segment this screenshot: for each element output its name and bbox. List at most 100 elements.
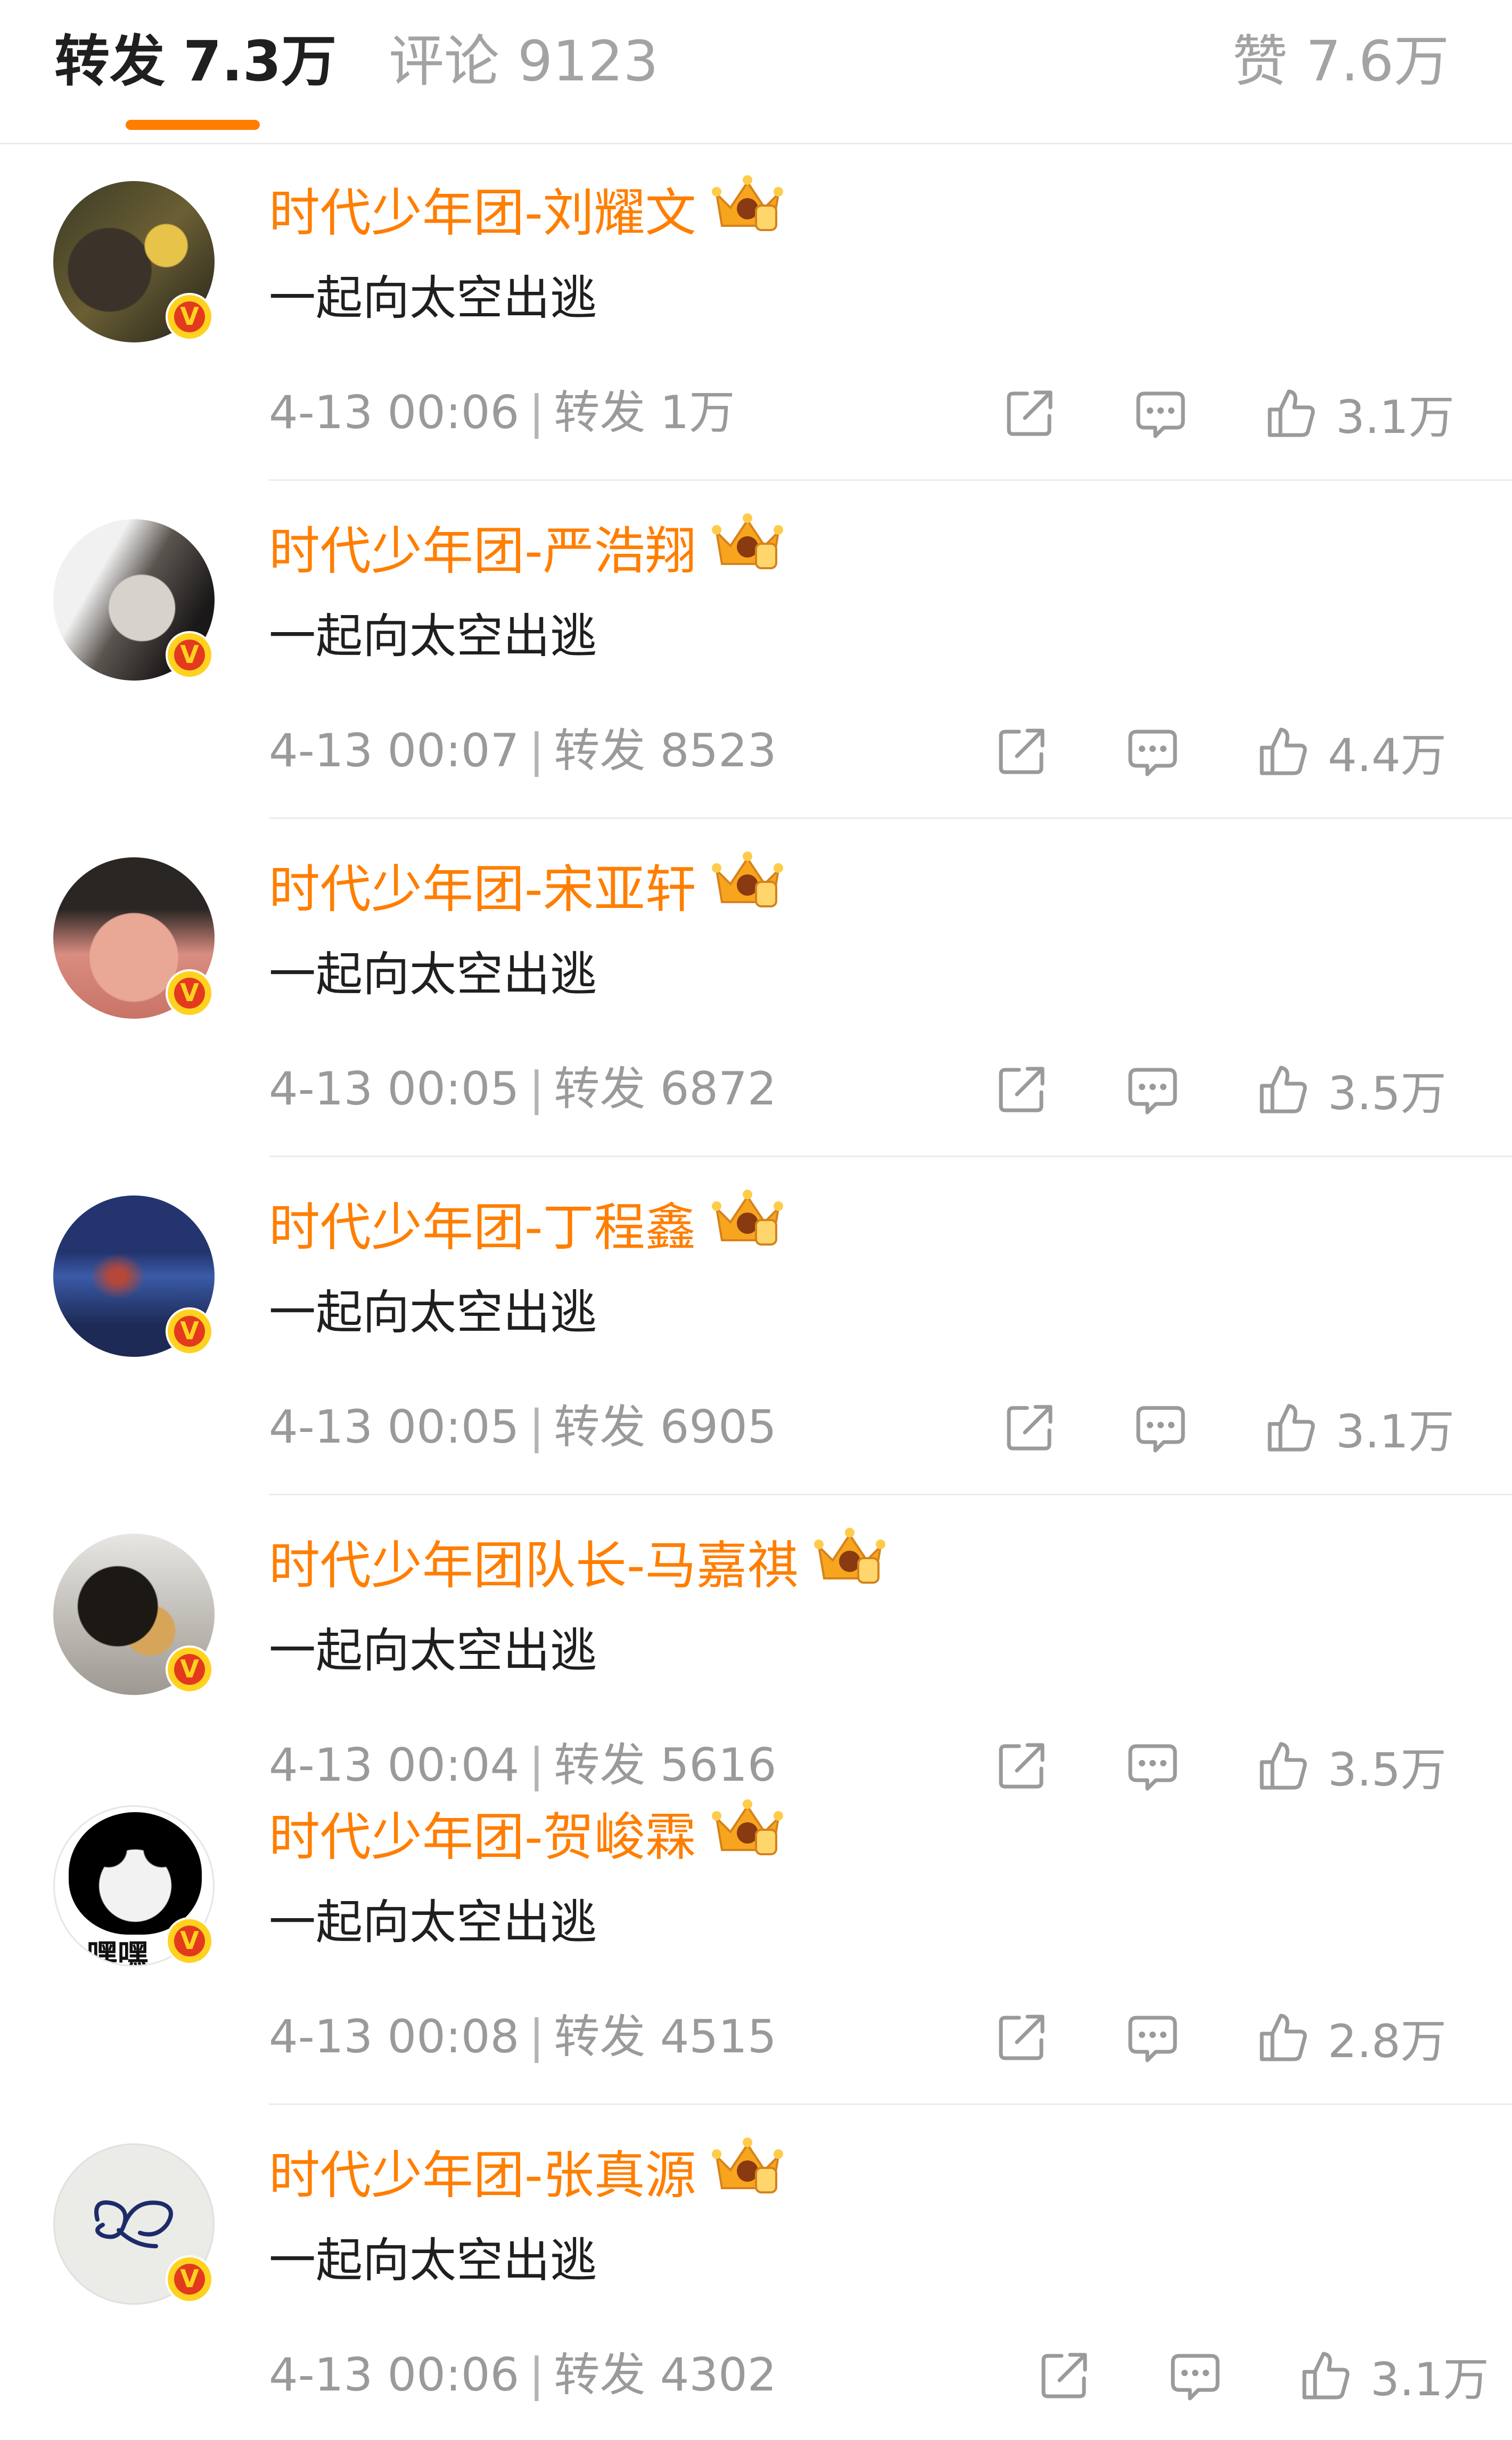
meta-separator: | bbox=[529, 2010, 545, 2064]
repost-text: 一起向太空出逃 bbox=[269, 947, 597, 1002]
divider bbox=[269, 1494, 1512, 1495]
thumbs-up-icon bbox=[1268, 1404, 1315, 1452]
tab-like-count: 7.6万 bbox=[1305, 29, 1449, 94]
repost-count: 4515 bbox=[660, 2010, 777, 2064]
share-button[interactable] bbox=[996, 1733, 1049, 1797]
repost-label: 转发 bbox=[554, 1401, 646, 1454]
comment-button[interactable] bbox=[1126, 1733, 1179, 1797]
thumbs-up-icon bbox=[1268, 389, 1315, 437]
share-icon bbox=[999, 728, 1045, 774]
repost-label: 转发 bbox=[554, 2010, 646, 2064]
comment-button[interactable] bbox=[1134, 381, 1187, 445]
share-icon bbox=[999, 1743, 1045, 1789]
like-count: 4.4万 bbox=[1328, 728, 1447, 782]
user-name[interactable]: 时代少年团-张真源 bbox=[269, 2138, 785, 2211]
tab-like-label: 赞 bbox=[1232, 29, 1288, 94]
crown-icon bbox=[710, 1799, 785, 1873]
share-button[interactable] bbox=[1004, 381, 1057, 445]
verified-v-icon: V bbox=[166, 631, 213, 679]
post-time: 4-13 00:08 bbox=[269, 2010, 520, 2064]
crown-icon bbox=[710, 513, 785, 587]
post-time: 4-13 00:05 bbox=[269, 1401, 520, 1454]
user-name[interactable]: 时代少年团-宋亚轩 bbox=[269, 851, 785, 925]
share-button[interactable] bbox=[1038, 2343, 1091, 2407]
share-button[interactable] bbox=[996, 719, 1049, 783]
comment-icon bbox=[1128, 1744, 1177, 1791]
comment-icon bbox=[1171, 2354, 1220, 2401]
share-icon bbox=[999, 2015, 1045, 2060]
meta-separator: | bbox=[529, 1062, 545, 1116]
like-button[interactable]: 3.5万 bbox=[1256, 1733, 1447, 1797]
repost-meta: 4-13 00:06 | 转发 4302 bbox=[269, 2343, 777, 2407]
comment-button[interactable] bbox=[1126, 719, 1179, 783]
thumbs-up-icon bbox=[1260, 2013, 1307, 2061]
crown-icon bbox=[710, 2137, 785, 2211]
repost-meta: 4-13 00:05 | 转发 6905 bbox=[269, 1395, 777, 1459]
tab-comment-count: 9123 bbox=[517, 29, 659, 94]
post-time: 4-13 00:04 bbox=[269, 1739, 520, 1792]
comment-button[interactable] bbox=[1169, 2343, 1222, 2407]
like-count: 3.1万 bbox=[1336, 1405, 1455, 1459]
repost-count: 4302 bbox=[660, 2348, 777, 2402]
post-time: 4-13 00:07 bbox=[269, 724, 520, 777]
tab-repost-count: 7.3万 bbox=[183, 29, 337, 94]
like-button[interactable]: 3.1万 bbox=[1264, 1395, 1455, 1459]
user-name[interactable]: 时代少年团-严浩翔 bbox=[269, 513, 785, 587]
repost-count: 6872 bbox=[660, 1062, 777, 1116]
user-name[interactable]: 时代少年团-贺峻霖 bbox=[269, 1799, 785, 1873]
crown-icon bbox=[710, 851, 785, 925]
like-button[interactable]: 3.1万 bbox=[1299, 2343, 1489, 2407]
tab-like[interactable]: 赞 7.6万 bbox=[1232, 21, 1449, 101]
repost-text: 一起向太空出逃 bbox=[269, 609, 597, 664]
share-button[interactable] bbox=[996, 1057, 1049, 1121]
meta-separator: | bbox=[529, 2348, 545, 2402]
user-name[interactable]: 时代少年团队长-马嘉祺 bbox=[269, 1528, 887, 1601]
repost-text: 一起向太空出逃 bbox=[269, 271, 597, 325]
like-count: 2.8万 bbox=[1328, 2015, 1447, 2068]
avatar-caption: 嘿嘿 bbox=[87, 1937, 149, 1967]
meta-separator: | bbox=[529, 724, 545, 777]
repost-text: 一起向太空出逃 bbox=[269, 1623, 597, 1678]
post-time: 4-13 00:06 bbox=[269, 2348, 520, 2402]
tab-comment[interactable]: 评论 9123 bbox=[389, 21, 659, 101]
comment-icon bbox=[1128, 730, 1177, 776]
tab-bar: 转发 7.3万 评论 9123 赞 7.6万 bbox=[0, 0, 1512, 144]
like-button[interactable]: 2.8万 bbox=[1256, 2005, 1447, 2069]
repost-meta: 4-13 00:04 | 转发 5616 bbox=[269, 1733, 777, 1797]
like-button[interactable]: 3.1万 bbox=[1264, 381, 1455, 445]
share-button[interactable] bbox=[1004, 1395, 1057, 1459]
thumbs-up-icon bbox=[1260, 1742, 1307, 1790]
repost-text: 一起向太空出逃 bbox=[269, 2233, 597, 2288]
share-icon bbox=[1007, 390, 1053, 436]
tab-comment-label: 评论 bbox=[389, 29, 500, 94]
like-count: 3.5万 bbox=[1328, 1743, 1447, 1797]
user-name[interactable]: 时代少年团-刘耀文 bbox=[269, 175, 785, 249]
thumbs-up-icon bbox=[1260, 727, 1307, 775]
repost-label: 转发 bbox=[554, 1739, 646, 1792]
comment-button[interactable] bbox=[1126, 1057, 1179, 1121]
butterfly-signature-icon bbox=[94, 2200, 173, 2248]
post-time: 4-13 00:05 bbox=[269, 1062, 520, 1116]
like-count: 3.1万 bbox=[1370, 2353, 1489, 2406]
share-button[interactable] bbox=[996, 2005, 1049, 2069]
like-button[interactable]: 4.4万 bbox=[1256, 719, 1447, 783]
like-button[interactable]: 3.5万 bbox=[1256, 1057, 1447, 1121]
comment-button[interactable] bbox=[1126, 2005, 1179, 2069]
comment-icon bbox=[1128, 1068, 1177, 1115]
user-name[interactable]: 时代少年团-丁程鑫 bbox=[269, 1190, 785, 1263]
repost-label: 转发 bbox=[554, 724, 646, 777]
tab-repost-label: 转发 bbox=[54, 29, 166, 94]
comment-button[interactable] bbox=[1134, 1395, 1187, 1459]
comment-icon bbox=[1136, 391, 1185, 438]
crown-icon bbox=[710, 175, 785, 249]
share-icon bbox=[999, 1067, 1045, 1112]
tab-repost[interactable]: 转发 7.3万 bbox=[54, 21, 336, 101]
thumbs-up-icon bbox=[1260, 1066, 1307, 1113]
comment-icon bbox=[1136, 1406, 1185, 1453]
verified-v-icon: V bbox=[166, 969, 213, 1017]
share-icon bbox=[1007, 1405, 1053, 1451]
panda-meme-image bbox=[69, 1812, 202, 1935]
divider bbox=[269, 817, 1512, 819]
repost-label: 转发 bbox=[554, 2348, 646, 2402]
repost-count: 5616 bbox=[660, 1739, 777, 1792]
